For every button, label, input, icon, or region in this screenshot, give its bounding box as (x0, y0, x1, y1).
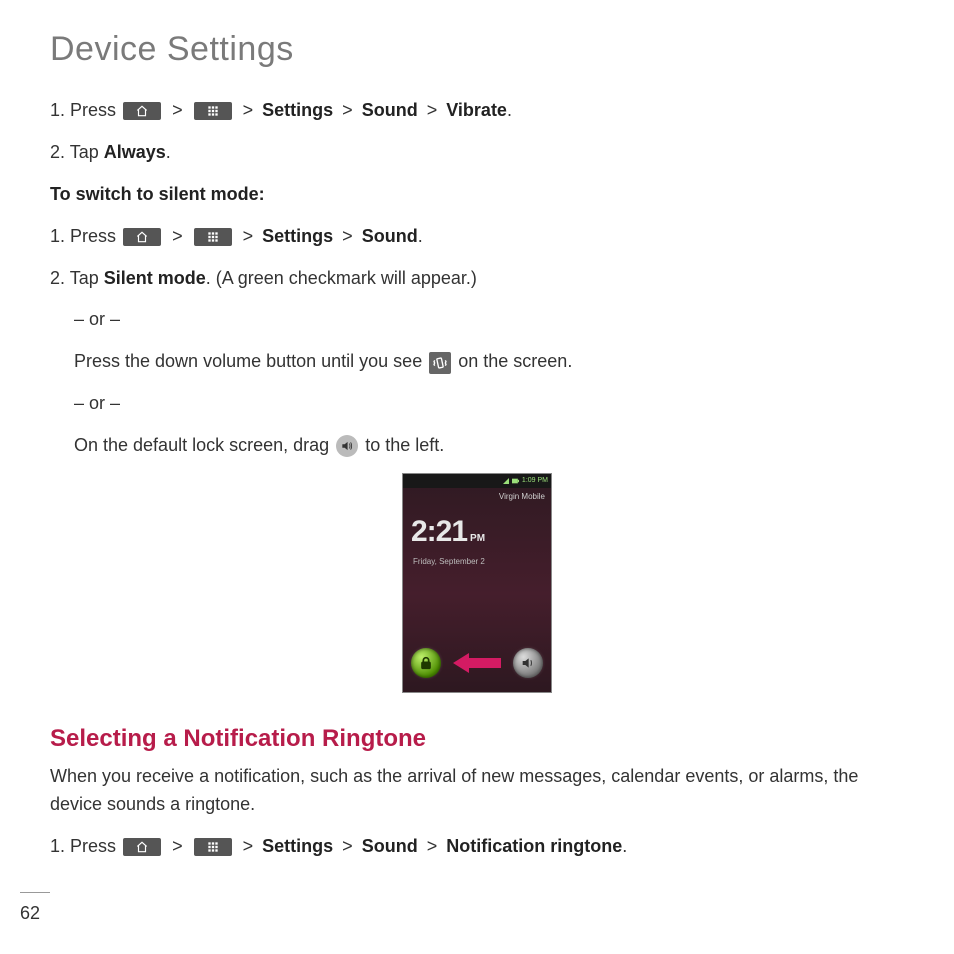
text: 1. Press (50, 226, 116, 246)
separator: > (168, 100, 187, 120)
notification-ringtone-heading: Selecting a Notification Ringtone (50, 720, 904, 757)
separator: > (338, 100, 357, 120)
step-5: 1. Press > > Settings > Sound > Notifica… (50, 833, 904, 861)
lockscreen-clock: 2:21PM (403, 503, 551, 556)
page-footer: 62 (20, 892, 50, 924)
lockscreen-illustration: 1:09 PM Virgin Mobile 2:21PM Friday, Sep… (50, 474, 904, 692)
or-separator: – or – (74, 306, 904, 334)
home-key-icon (123, 838, 161, 856)
signal-icon (503, 478, 509, 484)
text: 1. Press (50, 100, 116, 120)
switch-silent-heading: To switch to silent mode: (50, 181, 904, 209)
battery-icon (512, 478, 519, 484)
status-time: 1:09 PM (522, 476, 548, 487)
unlock-orb-icon (411, 648, 441, 678)
text: On the default lock screen, drag (74, 435, 329, 455)
lockscreen-date: Friday, September 2 (403, 556, 551, 568)
status-bar: 1:09 PM (403, 474, 551, 488)
lockscreen-instruction: On the default lock screen, drag to the … (74, 432, 904, 460)
apps-key-icon (194, 102, 232, 120)
step-1: 1. Press > > Settings > Sound > Vibrate. (50, 97, 904, 125)
separator: > (239, 100, 258, 120)
sound-label: Sound (362, 226, 418, 246)
text: . (166, 142, 171, 162)
step-3: 1. Press > > Settings > Sound. (50, 223, 904, 251)
vibrate-phone-icon (429, 352, 451, 374)
separator: > (423, 100, 442, 120)
page-title: Device Settings (50, 30, 904, 69)
vibrate-label: Vibrate (446, 100, 507, 120)
text: 2. Tap (50, 142, 99, 162)
footer-rule (20, 892, 50, 893)
settings-label: Settings (262, 836, 333, 856)
sound-orb-icon (513, 648, 543, 678)
separator: > (239, 836, 258, 856)
apps-key-icon (194, 838, 232, 856)
notification-ringtone-body: When you receive a notification, such as… (50, 763, 904, 819)
separator: > (239, 226, 258, 246)
text: . (A green checkmark will appear.) (206, 268, 477, 288)
text: Press the down volume button until you s… (74, 351, 422, 371)
text: to the left. (365, 435, 444, 455)
phone-screen: 1:09 PM Virgin Mobile 2:21PM Friday, Sep… (403, 474, 551, 692)
unlock-slider (403, 648, 551, 678)
clock-time: 2:21 (411, 515, 467, 548)
text: . (622, 836, 627, 856)
page-number: 62 (20, 903, 40, 924)
sound-label: Sound (362, 836, 418, 856)
sound-label: Sound (362, 100, 418, 120)
home-key-icon (123, 228, 161, 246)
clock-ampm: PM (467, 533, 485, 544)
text: 1. Press (50, 836, 116, 856)
separator: > (168, 836, 187, 856)
text: . (418, 226, 423, 246)
step-4: 2. Tap Silent mode. (A green checkmark w… (50, 265, 904, 293)
text: . (507, 100, 512, 120)
settings-label: Settings (262, 226, 333, 246)
silent-mode-label: Silent mode (104, 268, 206, 288)
carrier-label: Virgin Mobile (403, 488, 551, 503)
apps-key-icon (194, 228, 232, 246)
separator: > (338, 226, 357, 246)
text: on the screen. (458, 351, 572, 371)
home-key-icon (123, 102, 161, 120)
volume-instruction: Press the down volume button until you s… (74, 348, 904, 376)
text: 2. Tap (50, 268, 99, 288)
notification-ringtone-label: Notification ringtone (446, 836, 622, 856)
separator: > (168, 226, 187, 246)
or-separator: – or – (74, 390, 904, 418)
separator: > (423, 836, 442, 856)
arrow-left-icon (441, 653, 513, 673)
always-label: Always (104, 142, 166, 162)
step-2: 2. Tap Always. (50, 139, 904, 167)
separator: > (338, 836, 357, 856)
speaker-icon (336, 435, 358, 457)
settings-label: Settings (262, 100, 333, 120)
